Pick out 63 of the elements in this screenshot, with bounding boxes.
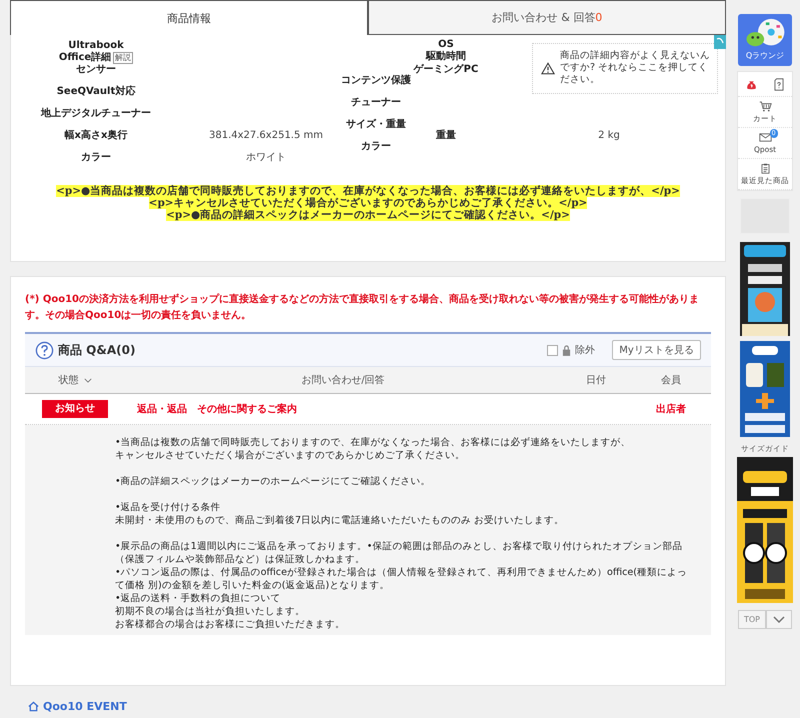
tab[interactable]: お問い合わせ & 回答0: [368, 0, 726, 35]
spec-label: カラー: [81, 152, 111, 164]
side-tab-icon[interactable]: [714, 35, 726, 49]
help-icon: [35, 340, 54, 360]
spec-value: 2 kg: [598, 130, 620, 142]
spec-label: OS: [438, 39, 454, 50]
highlighted-text: <p>●商品の詳細スペックはメーカーのホームページにてご確認ください。</p>: [166, 209, 570, 221]
tooltip-text: 商品の詳細内容がよく見えないんですか? それならここを押してください。: [560, 50, 711, 86]
spec-label: Office詳細: [58, 52, 112, 64]
highlighted-text: <p>キャンセルさせていただく場合がございますのであらかじめご了承ください。</p>: [148, 197, 588, 209]
notice-text: •パソコン返品の際は、付属品のofficeが登録された場合は（個人情報を登録されて、再利用できませんため）office(種類によって価格 別)の金額を差し引いた料金の(返金返品)となります。: [115, 566, 688, 592]
spec-label: 地上デジタルチューナー: [41, 108, 151, 120]
notice-text: •商品の詳細スペックはメーカーのホームページにてご確認ください。: [115, 475, 431, 488]
highlighted-text: <p>●当商品は複数の店舗で同時販売しておりますので、在庫がなくなった場合、お客様には必ず連絡をいたしますが、</p>: [56, 185, 680, 197]
notice-author: 出店者: [656, 402, 686, 416]
column-header: 日付: [586, 374, 606, 387]
spec-label: センサー: [76, 64, 116, 76]
spec-label: Ultrabook: [68, 40, 124, 52]
explain-tag[interactable]: 解説: [113, 52, 134, 64]
warning-text: (*) Qoo10の決済方法を利用せずショップに直接送金するなどの方法で直接取引をする場合、商品を受け取れない等の被害が発生する可能性があります。その場合Qoo10は一切の責任を負いません。: [25, 292, 700, 323]
event-link[interactable]: Qoo10 EVENT: [43, 700, 127, 713]
chevron-down-icon: [773, 616, 785, 623]
home-icon[interactable]: [28, 701, 39, 712]
notice-text: •返品の送料・手数料の負担について: [115, 592, 281, 605]
lounge-button[interactable]: Qラウンジ: [738, 14, 792, 66]
lock-icon: [562, 344, 571, 356]
spec-label: コンテンツ保護: [341, 75, 411, 87]
cart-icon: [758, 100, 772, 112]
notice-text: キャンセルさせていただく場合がございますのであらかじめご了承ください。: [115, 449, 465, 462]
mail-icon: [758, 132, 772, 143]
money-bag-icon[interactable]: [746, 78, 758, 90]
spec-label: 幅x高さx奥行: [64, 130, 128, 142]
column-header[interactable]: 状態: [58, 373, 78, 387]
warning-icon: [541, 62, 555, 74]
notice-text: 初期不良の場合は当社が負担いたします。: [115, 605, 305, 618]
spec-label: サイズ・重量: [346, 119, 406, 131]
spec-value: ホワイト: [246, 152, 286, 164]
notice-title[interactable]: 返品・返品 その他に関するご案内: [137, 402, 297, 416]
tooltip[interactable]: 商品の詳細内容がよく見えないんですか? それならここを押してください。: [532, 43, 718, 94]
chevron-down-icon[interactable]: [84, 378, 92, 382]
exclude-label[interactable]: 除外: [575, 343, 595, 357]
spec-label: 駆動時間: [426, 51, 466, 63]
column-header: お問い合わせ/回答: [301, 374, 385, 387]
notice-text: 未開封・未使用のもので、商品ご到着後7日以内に電話連絡いただいたもののみ お受けいたします。: [115, 514, 564, 527]
spec-label: チューナー: [351, 97, 401, 109]
tab[interactable]: 商品情報: [10, 0, 368, 35]
qa-title: 商品 Q&A(0): [58, 342, 136, 358]
exclude-checkbox[interactable]: [547, 344, 558, 356]
notice-text: お客様都合の場合はお客様にご負担いただきます。: [115, 618, 345, 631]
spec-label: カラー: [361, 141, 391, 153]
notice-text: •当商品は複数の店舗で同時販売しておりますので、在庫がなくなった場合、お客様には必ず連絡をいたしますが、: [115, 436, 631, 449]
notice-text: •返品を受け付ける条件: [115, 501, 221, 514]
phone-question-icon[interactable]: [774, 78, 784, 90]
column-header: 会員: [661, 374, 681, 387]
my-list-button[interactable]: Myリストを見る: [612, 340, 701, 360]
scroll-down-button[interactable]: [766, 610, 792, 629]
notice-text: •展示品の商品は1週間以内にご返品を承っております。•保証の範囲は部品のみとし、お客様で取り付けられたオプション部品（保護フィルムや装飾部品など）は保証致しかねます。: [115, 540, 684, 566]
spec-label: SeeQVault対応: [56, 86, 136, 98]
spec-value: 381.4x27.6x251.5 mm: [208, 130, 324, 142]
spec-label: ゲーミングPC: [414, 64, 478, 76]
notice-badge: お知らせ: [42, 400, 108, 418]
spec-label: 重量: [436, 130, 456, 142]
clipboard-icon: [758, 162, 772, 174]
